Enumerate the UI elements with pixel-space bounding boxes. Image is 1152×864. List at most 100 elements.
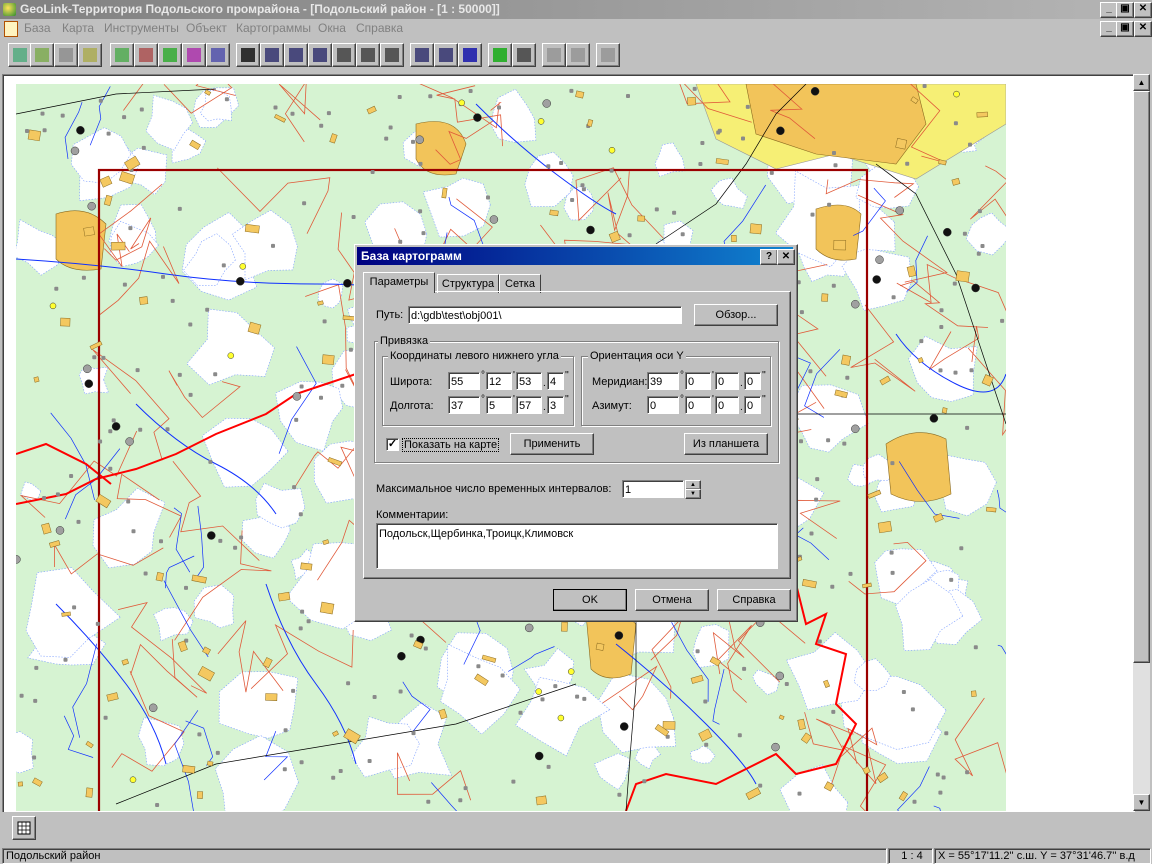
grid-icon [17, 821, 31, 835]
browse-button[interactable]: Обзор... [694, 304, 778, 326]
unit-degree: ° [481, 370, 485, 381]
info-icon [463, 48, 477, 62]
table-icon [337, 48, 351, 62]
scroll-down-button[interactable]: ▼ [1133, 794, 1150, 811]
latitude-decimals[interactable]: 4 [547, 372, 564, 390]
save-button[interactable] [158, 43, 182, 67]
longitude-minutes[interactable]: 5 [486, 396, 512, 414]
decimal-dot: . [543, 378, 546, 389]
azimuth-decimals[interactable]: 0 [744, 396, 761, 414]
table-button[interactable] [332, 43, 356, 67]
menu-cartograms[interactable]: Картограммы [236, 21, 311, 35]
meridian-decimals[interactable]: 0 [744, 372, 761, 390]
find-button[interactable] [434, 43, 458, 67]
add-layer-button[interactable] [488, 43, 512, 67]
meridian-seconds[interactable]: 0 [715, 372, 739, 390]
maximize-button[interactable]: ▣ [1116, 2, 1134, 18]
status-layer: Подольский район [2, 848, 887, 864]
layers-button[interactable] [30, 43, 54, 67]
coords-group-title: Координаты левого нижнего угла [388, 350, 561, 362]
dialog-title-bar: База картограмм ? ✕ [357, 247, 795, 265]
from-tablet-button[interactable]: Из планшета [684, 433, 768, 455]
decimal-dot: . [740, 378, 743, 389]
dialog-close-button[interactable]: ✕ [777, 249, 795, 265]
cartogram-base-dialog: База картограмм ? ✕ Параметры Структура … [354, 244, 798, 622]
tab-parameters[interactable]: Параметры [363, 272, 435, 293]
menu-tools[interactable]: Инструменты [104, 21, 179, 35]
longitude-decimals[interactable]: 3 [547, 396, 564, 414]
max-intervals-label: Максимальное число временных интервалов: [376, 483, 612, 495]
bar-chart-icon [187, 48, 201, 62]
graph-button[interactable] [206, 43, 230, 67]
print-setup-button[interactable] [566, 43, 590, 67]
legend-button[interactable] [410, 43, 434, 67]
chart-button[interactable] [110, 43, 134, 67]
longitude-degrees[interactable]: 37 [448, 396, 480, 414]
azimuth-degrees[interactable]: 0 [647, 396, 679, 414]
zoom-in-icon [289, 48, 303, 62]
latitude-seconds[interactable]: 53 [516, 372, 542, 390]
globe-button[interactable] [8, 43, 32, 67]
azimuth-label: Азимут: [592, 400, 632, 412]
close-button[interactable]: ✕ [1134, 2, 1152, 18]
unit-degree: ° [680, 370, 684, 381]
show-on-map-checkbox[interactable]: ✓ [386, 438, 399, 451]
azimuth-seconds[interactable]: 0 [715, 396, 739, 414]
dialog-help-button[interactable]: ? [760, 249, 778, 265]
find-icon [439, 48, 453, 62]
doc-restore-button[interactable]: ▣ [1116, 21, 1134, 37]
apply-button[interactable]: Применить [510, 433, 594, 455]
show-on-map-label[interactable]: Показать на карте [402, 438, 500, 452]
pointer-button[interactable] [236, 43, 260, 67]
menu-base[interactable]: База [24, 21, 51, 35]
parameters-panel: Путь: d:\gdb\test\obj001\ Обзор... Привя… [363, 291, 791, 579]
zoom-window-button[interactable] [308, 43, 332, 67]
document-icon[interactable] [4, 21, 18, 37]
max-intervals-input[interactable]: 1 [622, 480, 684, 498]
meridian-degrees[interactable]: 39 [647, 372, 679, 390]
spin-down-button[interactable]: ▼ [685, 489, 701, 499]
print-button[interactable] [542, 43, 566, 67]
azimuth-minutes[interactable]: 0 [685, 396, 711, 414]
grid-button[interactable] [356, 43, 380, 67]
meridian-minutes[interactable]: 0 [685, 372, 711, 390]
unit-second: '' [565, 394, 569, 405]
list-icon [517, 48, 531, 62]
menu-windows[interactable]: Окна [318, 21, 346, 35]
comments-textarea[interactable]: Подольск,Щербинка,Троицк,Климовск [376, 523, 778, 569]
zoom-in-button[interactable] [284, 43, 308, 67]
comments-label: Комментарии: [376, 509, 449, 521]
menu-object[interactable]: Объект [186, 21, 227, 35]
select-area-button[interactable] [78, 43, 102, 67]
decimal-dot: . [740, 402, 743, 413]
cancel-button[interactable]: Отмена [635, 589, 709, 611]
edit-chart-button[interactable] [134, 43, 158, 67]
unit-second: '' [762, 370, 766, 381]
grid-toggle-button[interactable] [12, 816, 36, 840]
scroll-up-button[interactable]: ▲ [1133, 74, 1150, 91]
latitude-minutes[interactable]: 12 [486, 372, 512, 390]
info-button[interactable] [458, 43, 482, 67]
latitude-degrees[interactable]: 55 [448, 372, 480, 390]
path-label: Путь: [376, 309, 404, 321]
menu-map[interactable]: Карта [62, 21, 94, 35]
doc-close-button[interactable]: ✕ [1134, 21, 1152, 37]
help-dialog-button[interactable]: Справка [717, 589, 791, 611]
graph-icon [211, 48, 225, 62]
scroll-thumb[interactable] [1133, 91, 1150, 663]
longitude-seconds[interactable]: 57 [516, 396, 542, 414]
move-button[interactable] [380, 43, 404, 67]
path-input[interactable]: d:\gdb\test\obj001\ [408, 306, 682, 324]
bar-chart-button[interactable] [182, 43, 206, 67]
urban-area-east [885, 432, 952, 502]
latitude-label: Широта: [390, 376, 433, 388]
menu-help[interactable]: Справка [356, 21, 403, 35]
ok-button[interactable]: OK [553, 589, 627, 611]
help-button[interactable] [596, 43, 620, 67]
zoom-out-button[interactable] [260, 43, 284, 67]
save-icon [163, 48, 177, 62]
title-bar: GeoLink-Территория Подольского промрайон… [0, 0, 1152, 19]
vertical-scrollbar[interactable]: ▲ ▼ [1133, 74, 1150, 811]
layer-copy-button[interactable] [54, 43, 78, 67]
list-button[interactable] [512, 43, 536, 67]
